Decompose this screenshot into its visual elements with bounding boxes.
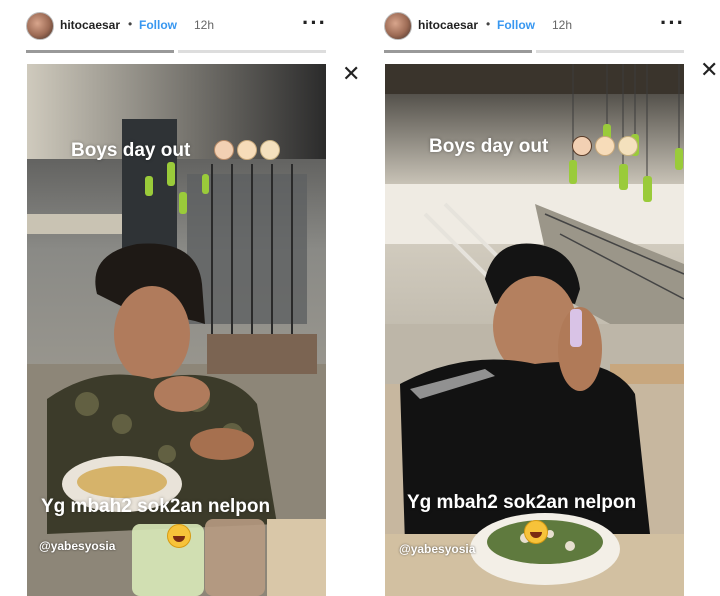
story-panel-right: hitocaesar • Follow 12h ··· Boys day out…	[358, 0, 718, 596]
username[interactable]: hitocaesar	[418, 18, 478, 32]
blond-man-emoji-icon	[260, 140, 280, 160]
progress-segment-2	[178, 50, 326, 53]
mention-tag[interactable]: @yabesyosia	[39, 539, 115, 553]
story-media[interactable]: Boys day out Yg mbah2 sok2an nelpon @yab…	[27, 64, 326, 596]
separator-dot: •	[128, 17, 133, 31]
story-header: hitocaesar • Follow 12h ···	[26, 10, 336, 40]
username[interactable]: hitocaesar	[60, 18, 120, 32]
caption-bottom: Yg mbah2 sok2an nelpon	[41, 496, 271, 517]
story-header: hitocaesar • Follow 12h ···	[384, 10, 694, 40]
more-icon[interactable]: ···	[660, 10, 685, 36]
caption-bottom: Yg mbah2 sok2an nelpon	[407, 492, 637, 513]
progress-segment-1	[384, 50, 532, 53]
story-time: 12h	[194, 18, 215, 32]
story-panel-left: hitocaesar • Follow 12h ··· Boys day out…	[0, 0, 360, 596]
more-icon[interactable]: ···	[302, 10, 327, 36]
story-progress	[26, 50, 326, 53]
laughing-emoji-icon	[524, 520, 548, 544]
mustache-man-emoji-icon	[572, 136, 592, 156]
story-media[interactable]: Boys day out Yg mbah2 sok2an nelpon @yab…	[385, 64, 684, 596]
separator-dot: •	[486, 17, 491, 31]
laughing-emoji-icon	[167, 524, 191, 548]
blond-man-emoji-icon	[237, 140, 257, 160]
story-time: 12h	[552, 18, 573, 32]
progress-segment-2	[536, 50, 684, 53]
man-emoji-icon	[214, 140, 234, 160]
close-icon[interactable]: ✕	[700, 59, 718, 81]
blond-man-emoji-icon	[618, 136, 638, 156]
blond-man-emoji-icon	[595, 136, 615, 156]
caption-top: Boys day out	[71, 140, 191, 161]
mention-tag[interactable]: @yabesyosia	[399, 542, 475, 556]
close-icon[interactable]: ✕	[342, 63, 360, 85]
caption-top: Boys day out	[429, 136, 549, 157]
story-progress	[384, 50, 684, 53]
follow-button[interactable]: Follow	[139, 18, 177, 32]
follow-button[interactable]: Follow	[497, 18, 535, 32]
avatar[interactable]	[384, 12, 412, 40]
avatar[interactable]	[26, 12, 54, 40]
progress-segment-1	[26, 50, 174, 53]
